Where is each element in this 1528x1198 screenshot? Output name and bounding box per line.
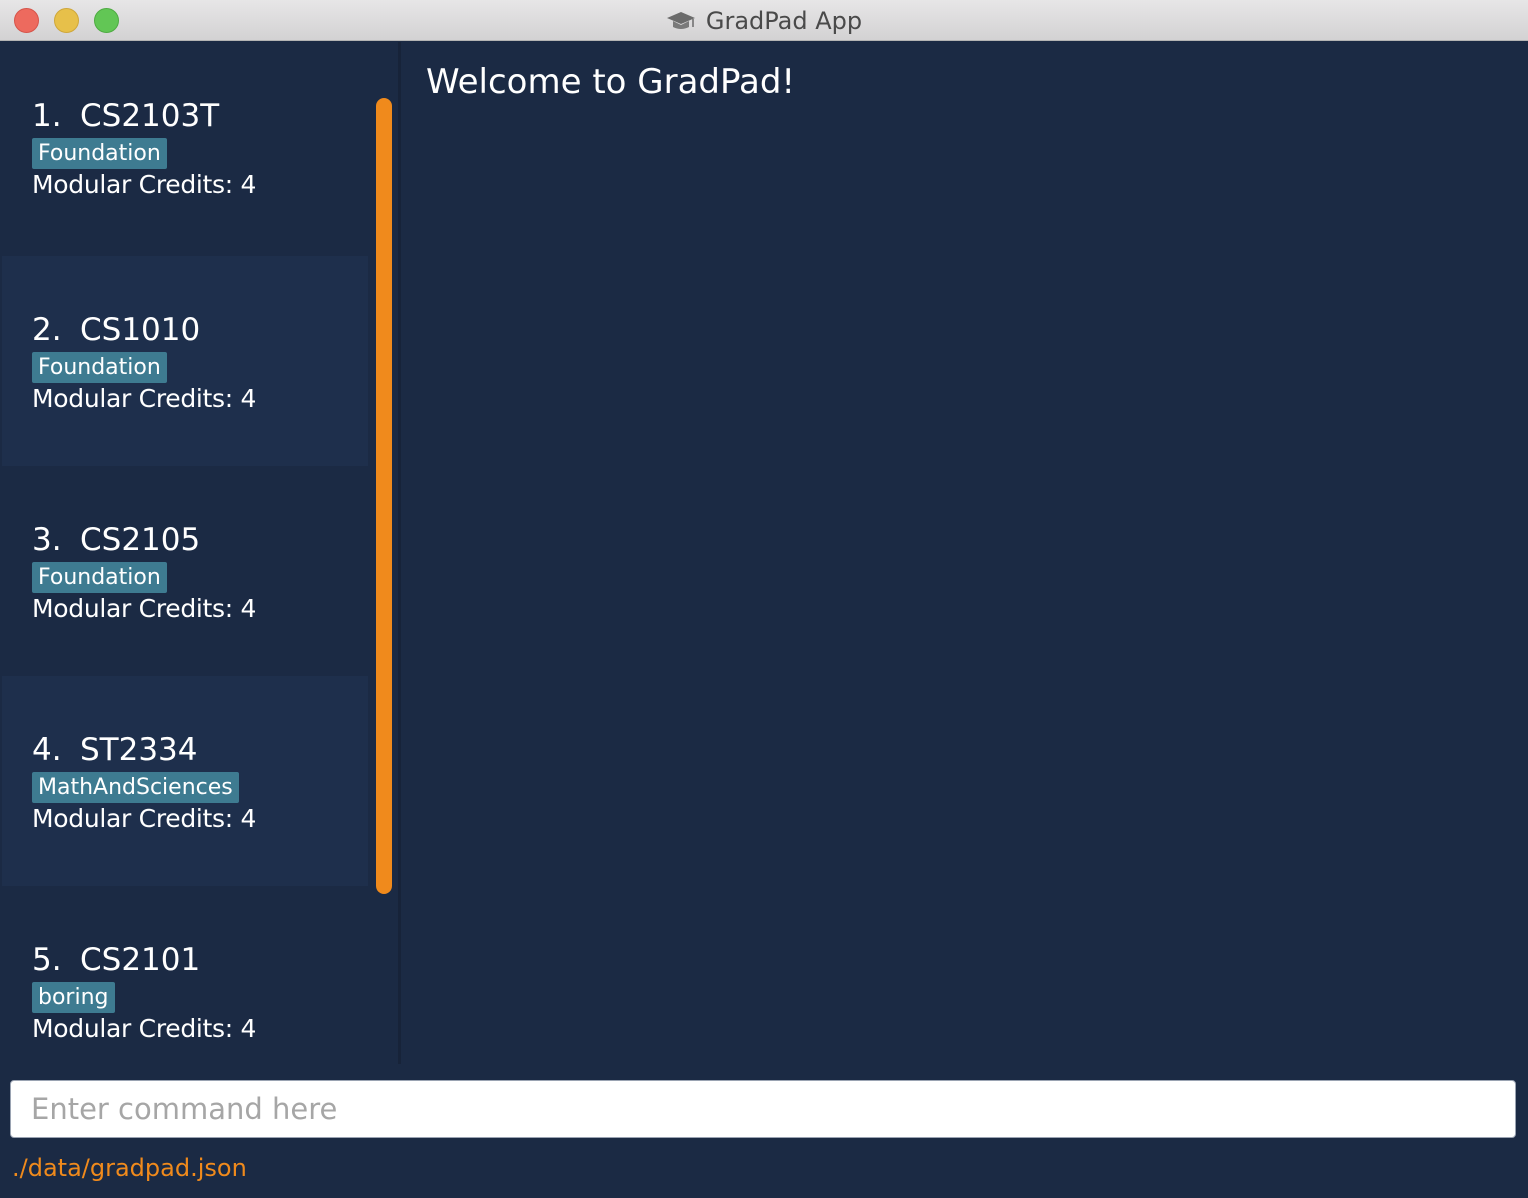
module-card[interactable]: 4. ST2334 MathAndSciences Modular Credits…	[2, 676, 368, 886]
module-code: CS1010	[80, 312, 201, 348]
module-tag: boring	[32, 982, 115, 1013]
module-card[interactable]: 1. CS2103T Foundation Modular Credits: 4	[2, 42, 368, 252]
title-bar[interactable]: GradPad App	[0, 0, 1528, 41]
result-message: Welcome to GradPad!	[426, 62, 796, 102]
module-tag: Foundation	[32, 352, 167, 383]
module-heading: 2. CS1010	[32, 312, 200, 348]
module-code: CS2103T	[80, 98, 220, 134]
module-card[interactable]: 2. CS1010 Foundation Modular Credits: 4	[2, 256, 368, 466]
module-index: 4.	[32, 732, 62, 768]
module-list[interactable]: 1. CS2103T Foundation Modular Credits: 4 …	[0, 42, 398, 1064]
module-tag: MathAndSciences	[32, 772, 239, 803]
module-index: 3.	[32, 522, 62, 558]
module-heading: 3. CS2105	[32, 522, 200, 558]
save-location-status: ./data/gradpad.json	[12, 1154, 247, 1182]
module-index: 5.	[32, 942, 62, 978]
module-credits: Modular Credits: 4	[32, 1014, 257, 1043]
app-window: GradPad App 1. CS2103T Foundation Modular…	[0, 0, 1528, 1198]
window-title-group: GradPad App	[0, 0, 1528, 41]
command-input[interactable]	[10, 1080, 1516, 1138]
module-heading: 1. CS2103T	[32, 98, 219, 134]
module-heading: 4. ST2334	[32, 732, 198, 768]
module-credits: Modular Credits: 4	[32, 170, 257, 199]
list-scrollbar-thumb[interactable]	[376, 98, 392, 894]
module-index: 1.	[32, 98, 62, 134]
module-heading: 5. CS2101	[32, 942, 200, 978]
module-code: ST2334	[80, 732, 198, 768]
module-credits: Modular Credits: 4	[32, 384, 257, 413]
module-card[interactable]: 5. CS2101 boring Modular Credits: 4	[2, 886, 368, 1064]
module-credits: Modular Credits: 4	[32, 594, 257, 623]
module-credits: Modular Credits: 4	[32, 804, 257, 833]
module-code: CS2105	[80, 522, 201, 558]
module-tag: Foundation	[32, 138, 167, 169]
graduation-cap-icon	[666, 11, 695, 29]
module-card[interactable]: 3. CS2105 Foundation Modular Credits: 4	[2, 466, 368, 676]
module-index: 2.	[32, 312, 62, 348]
result-display: Welcome to GradPad!	[401, 42, 1528, 1064]
window-title: GradPad App	[705, 6, 863, 35]
module-code: CS2101	[80, 942, 201, 978]
module-tag: Foundation	[32, 562, 167, 593]
